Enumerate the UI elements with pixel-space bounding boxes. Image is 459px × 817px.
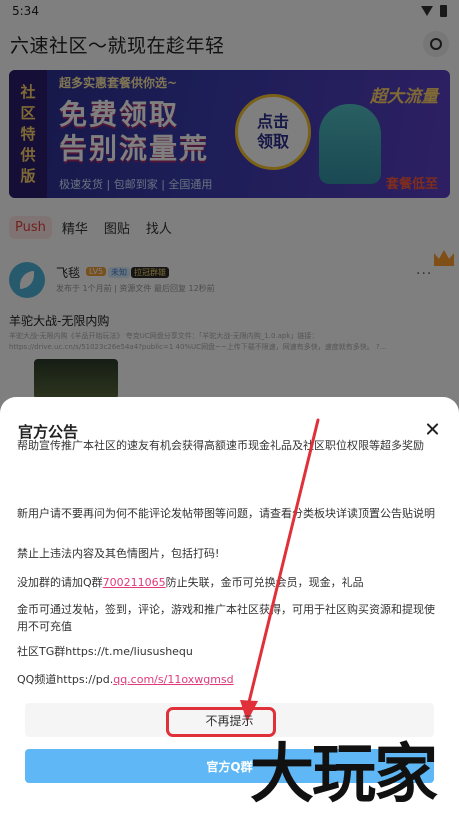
- qq-group-link[interactable]: 700211065: [103, 576, 166, 589]
- notice-paragraph: 社区TG群https://t.me/liusushequ: [17, 645, 193, 658]
- notice-paragraph: QQ频道https://pd.qq.com/s/11oxwgmsd: [17, 671, 443, 688]
- notice-paragraph: 禁止上违法内容及其色情图片，包括打码!: [17, 547, 220, 560]
- dont-show-again-label: 不再提示: [205, 713, 254, 728]
- watermark: 大玩家: [250, 737, 438, 812]
- notice-paragraph: 金币可通过发帖，签到，评论，游戏和推广本社区获得，可用于社区购买资源和提现使用不…: [17, 603, 435, 633]
- notice-text: QQ频道https://pd.: [17, 673, 114, 686]
- notice-text: 防止失联，金币可兑换会员，现金，礼品: [165, 576, 364, 589]
- notice-paragraph: 新用户请不要再问为何不能评论发帖带图等问题，请查看分类板块详读顶置公告贴说明: [17, 507, 435, 520]
- notice-text: 没加群的请加Q群: [17, 576, 103, 589]
- notice-paragraph: 没加群的请加Q群700211065防止失联，金币可兑换会员，现金，礼品: [17, 574, 443, 591]
- notice-paragraph: 帮助宣传推广本社区的速友有机会获得高额速币现金礼品及社区职位权限等超多奖励: [17, 439, 424, 452]
- qq-channel-link[interactable]: qq.com/s/11oxwgmsd: [113, 673, 233, 686]
- official-qq-group-label: 官方Q群: [206, 759, 253, 774]
